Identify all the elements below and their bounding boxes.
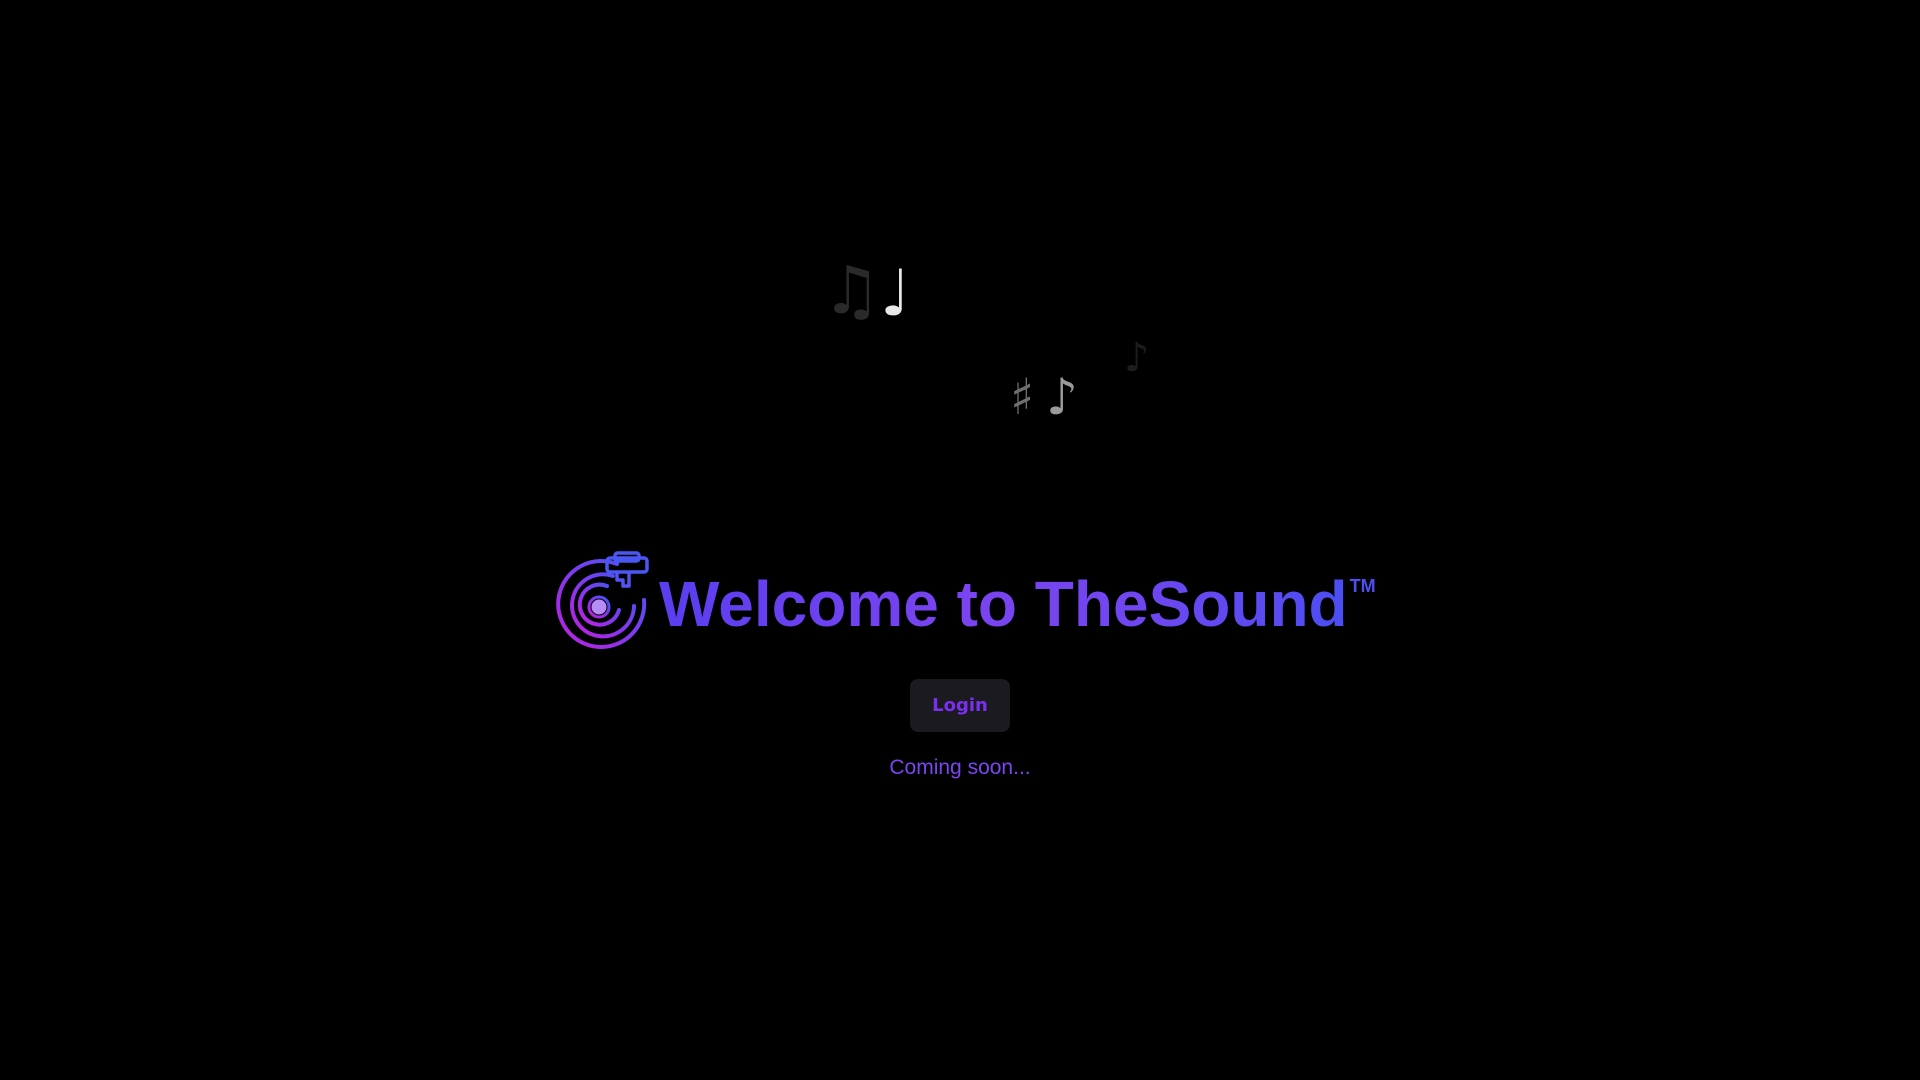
hero-header: Welcome to TheSound TM — [555, 550, 1376, 654]
trademark-mark: TM — [1349, 575, 1376, 596]
login-button[interactable]: Login — [910, 679, 1010, 732]
eighth-note-icon: ♪ — [1046, 368, 1078, 426]
landing-page: ♫ ♩ ♪ ♯ ♪ Welcome to TheSound TM Login C… — [0, 0, 1920, 1080]
sharp-icon: ♯ — [1010, 368, 1035, 426]
page-title: Welcome to TheSound — [659, 568, 1348, 640]
eighth-note-icon: ♪ — [1124, 335, 1150, 381]
quarter-note-icon: ♩ — [880, 257, 911, 331]
vinyl-record-player-icon — [556, 551, 649, 649]
coming-soon-text: Coming soon... — [889, 756, 1031, 779]
beamed-eighth-notes-icon: ♫ — [822, 252, 882, 329]
